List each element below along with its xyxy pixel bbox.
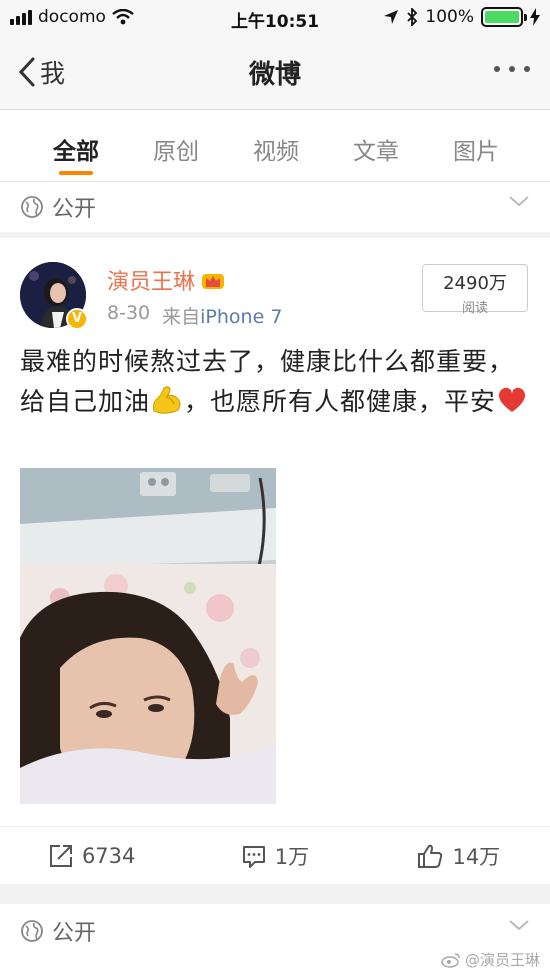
more-dot-icon [509, 66, 515, 72]
like-count: 14万 [452, 844, 501, 869]
location-arrow-icon [384, 10, 399, 24]
chevron-down-icon [509, 196, 529, 207]
flexed-biceps-emoji-icon [153, 386, 181, 414]
active-tab-indicator [59, 171, 93, 175]
author-name-row[interactable]: 演员王琳 [107, 264, 225, 296]
visibility-label: 公开 [52, 197, 97, 222]
tab-label: 图片 [453, 139, 499, 165]
read-count: 2490万 [443, 273, 507, 294]
post-text-part2: ，也愿所有人都健康，平安 [184, 387, 497, 416]
author-name: 演员王琳 [107, 270, 196, 295]
navigation-bar: 我 微博 [0, 36, 550, 110]
weibo-logo-icon [441, 952, 460, 968]
battery-percent: 100% [425, 7, 474, 27]
red-heart-emoji-icon [498, 387, 526, 412]
post-text: 最难的时候熬过去了，健康比什么都重要，给自己加油 ，也愿所有人都健康，平安 [20, 342, 530, 422]
comment-icon [242, 845, 265, 868]
tab-label: 视频 [253, 139, 299, 165]
more-dot-icon [524, 66, 530, 72]
read-count-box: 2490万 阅读 [422, 264, 528, 316]
vip-crown-icon [202, 274, 225, 289]
comment-button[interactable]: 1万 [183, 827, 366, 884]
post-source: 来自iPhone 7 [162, 302, 282, 329]
post-meta: 8-30 来自iPhone 7 [107, 302, 282, 329]
wifi-icon [112, 9, 134, 25]
post-action-bar: 6734 1万 14万 [0, 826, 550, 884]
repost-icon [49, 844, 72, 867]
divider [0, 884, 550, 904]
repost-button[interactable]: 6734 [0, 827, 183, 884]
charging-bolt-icon [530, 8, 540, 26]
verified-badge-icon: V [66, 308, 88, 330]
watermark-text: @演员王琳 [464, 951, 540, 969]
weibo-watermark: @演员王琳 [441, 949, 540, 970]
tab-original[interactable]: 原创 [126, 110, 226, 181]
more-options-button[interactable] [494, 66, 530, 72]
tab-video[interactable]: 视频 [226, 110, 326, 181]
like-button[interactable]: 14万 [367, 827, 550, 884]
globe-icon [21, 196, 43, 218]
battery-icon [481, 7, 527, 27]
chevron-down-icon [509, 920, 529, 931]
tab-label: 全部 [53, 139, 99, 165]
tab-articles[interactable]: 文章 [326, 110, 426, 181]
status-bar: docomo 上午10:51 100% [0, 0, 550, 36]
thumbs-up-icon [418, 844, 443, 868]
tab-label: 文章 [353, 139, 399, 165]
weibo-post-card: V 演员王琳 8-30 来自iPhone 7 2490万 阅读 最难的时候熬过去… [0, 238, 550, 884]
more-dot-icon [494, 66, 500, 72]
source-device-link[interactable]: iPhone 7 [200, 306, 282, 328]
tab-label: 原创 [153, 139, 199, 165]
page-title: 微博 [248, 60, 301, 90]
globe-icon [21, 920, 43, 942]
tab-all[interactable]: 全部 [26, 110, 126, 181]
visibility-label: 公开 [52, 921, 97, 946]
post-photo-image [20, 468, 276, 804]
visibility-selector[interactable]: 公开 [0, 182, 550, 232]
tab-photos[interactable]: 图片 [426, 110, 526, 181]
filter-tabs: 全部 原创 视频 文章 图片 [0, 110, 550, 182]
read-count-label: 阅读 [461, 301, 488, 316]
post-date: 8-30 [107, 302, 151, 324]
carrier-name: docomo [38, 7, 106, 27]
post-photo[interactable] [20, 468, 276, 804]
bluetooth-icon [407, 8, 418, 26]
source-prefix: 来自 [162, 306, 201, 328]
signal-strength-icon [10, 9, 32, 25]
repost-count: 6734 [81, 843, 136, 868]
comment-count: 1万 [274, 844, 310, 869]
